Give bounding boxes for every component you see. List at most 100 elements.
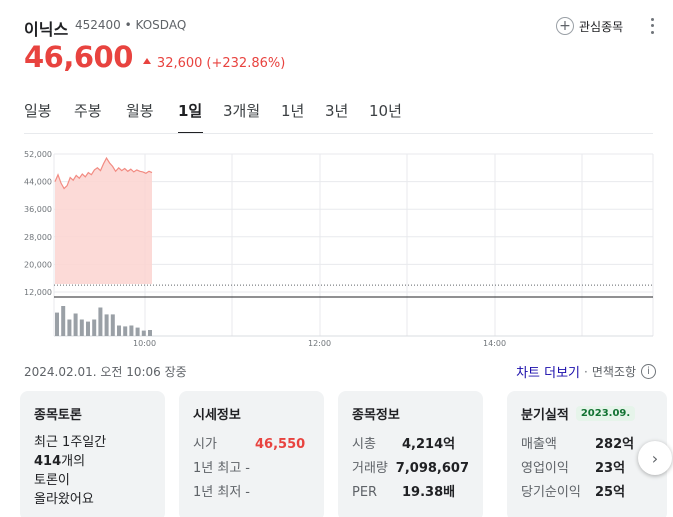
x-tick-label: 14:00 [483,339,506,348]
tab-1year[interactable]: 1년 [281,96,325,134]
tab-3month[interactable]: 3개월 [223,96,281,134]
chart-meta-row: 2024.02.01. 오전 10:06 장중 차트 더보기 · 면책조항 i [24,362,656,382]
card-discussion[interactable]: 종목토론 최근 1주일간 414개의 토론이 올라왔어요 [20,391,165,517]
price-area-fill [55,158,152,284]
kv-key: 거래량 [352,461,388,476]
quote-datetime: 2024.02.01. 오전 10:06 장중 [24,365,187,379]
discussion-line: 토론이 [34,473,70,488]
card-title-row: 분기실적 2023.09. [521,404,653,423]
kv-key: 1년 최저 [193,485,242,500]
change-amount: 32,600 [156,56,203,71]
card-title: 분기실적 [521,408,569,423]
card-title: 종목정보 [352,408,400,423]
chevron-right-icon: › [651,448,659,468]
volume-bar [67,319,72,336]
y-tick-label: 28,000 [24,233,52,242]
kv-row: 시가 46,550 [193,433,310,457]
kv-value: - [245,461,250,476]
period-tabs: 일봉 주봉 월봉 1일 3개월 1년 3년 10년 [24,96,409,134]
volume-bar [117,325,121,336]
kv-row: 당기순이익 25억 [521,481,653,505]
kv-row: 매출액 282억 [521,433,653,457]
next-cards-button[interactable]: › [638,441,672,475]
volume-bar [92,319,97,336]
x-tick-label: 10:00 [133,339,156,348]
chart-more-link[interactable]: 차트 더보기 [516,362,580,381]
volume-bar [73,313,78,336]
volume-bar [148,330,152,336]
card-title: 종목토론 [34,408,82,423]
discussion-line: 414개의 [34,452,151,471]
kv-key: 1년 최고 [193,461,242,476]
kv-row: PER 19.38배 [352,481,469,505]
tab-10year[interactable]: 10년 [369,96,409,134]
dot-separator: · [584,364,588,379]
y-tick-label: 36,000 [24,205,52,214]
tab-weekly-candle[interactable]: 주봉 [74,96,126,134]
volume-bar [135,327,140,336]
kv-key: 시가 [193,437,217,452]
change-percent: (+232.86%) [206,56,286,71]
kv-value: - [245,485,250,500]
volume-bar [110,314,115,336]
volume-bar [104,314,109,336]
price-row: 46,600 32,600 (+232.86%) [24,40,285,80]
more-options-icon[interactable] [644,16,660,36]
volume-bar [55,312,59,336]
volume-bar [129,325,134,336]
discussion-count-suffix: 개의 [61,454,86,469]
volume-bar [61,306,66,336]
y-tick-label: 44,000 [24,178,52,187]
kv-key: 당기순이익 [521,485,581,500]
info-icon[interactable]: i [641,364,656,379]
watchlist-label: 관심종목 [579,19,624,34]
tab-monthly-candle[interactable]: 월봉 [126,96,178,134]
kv-value: 46,550 [255,437,306,452]
y-tick-label: 20,000 [24,260,52,269]
kv-value: 23억 [595,461,626,476]
plus-icon: + [556,17,574,35]
price-chart[interactable]: 52,000 44,000 36,000 28,000 20,000 12,000 10:0… [0,140,673,355]
disclaimer-link[interactable]: 면책조항 [592,363,636,380]
add-watchlist-button[interactable]: + 관심종목 [556,14,623,38]
y-tick-label: 12,000 [24,288,52,297]
kv-value: 4,214억 [402,437,456,452]
kv-row: 영업이익 23억 [521,457,653,481]
kv-row: 시총 4,214억 [352,433,469,457]
y-tick-label: 52,000 [24,150,52,159]
kv-row: 거래량 7,098,607 [352,457,469,481]
kv-key: PER [352,485,378,500]
kv-key: 영업이익 [521,461,569,476]
discussion-line: 올라왔어요 [34,492,94,507]
current-price: 46,600 [24,40,133,74]
info-cards: 종목토론 최근 1주일간 414개의 토론이 올라왔어요 시세정보 시가 46,5… [20,391,673,517]
discussion-summary: 최근 1주일간 414개의 토론이 올라왔어요 [34,433,151,509]
quarter-badge: 2023.09. [575,406,636,421]
stock-code-exchange: 452400 • KOSDAQ [75,18,187,32]
kv-value: 7,098,607 [395,461,469,476]
volume-bar [86,321,90,336]
kv-value: 282억 [595,437,635,452]
card-title: 시세정보 [193,408,241,423]
kv-key: 시총 [352,437,376,452]
tab-divider [24,133,653,134]
up-arrow-icon [142,58,151,64]
stock-name: 이닉스 [24,20,69,39]
tab-1day[interactable]: 1일 [178,96,203,134]
volume-bar [98,307,103,336]
volume-bar [141,330,146,336]
kv-row: 1년 최저 - [193,481,310,505]
kv-row: 1년 최고 - [193,457,310,481]
card-market-info[interactable]: 시세정보 시가 46,550 1년 최고 - 1년 최저 - [179,391,324,517]
chart-links: 차트 더보기 · 면책조항 i [516,362,656,381]
kv-value: 19.38배 [402,485,456,500]
x-tick-label: 12:00 [308,339,331,348]
card-stock-info[interactable]: 종목정보 시총 4,214억 거래량 7,098,607 PER 19.38배 [338,391,483,517]
kv-value: 25억 [595,485,626,500]
tab-daily-candle[interactable]: 일봉 [24,96,74,134]
kv-key: 매출액 [521,437,557,452]
discussion-line: 최근 1주일간 [34,435,107,450]
volume-bar [79,319,84,336]
stock-header: 이닉스 452400 • KOSDAQ + 관심종목 [24,14,664,39]
tab-3year[interactable]: 3년 [325,96,369,134]
